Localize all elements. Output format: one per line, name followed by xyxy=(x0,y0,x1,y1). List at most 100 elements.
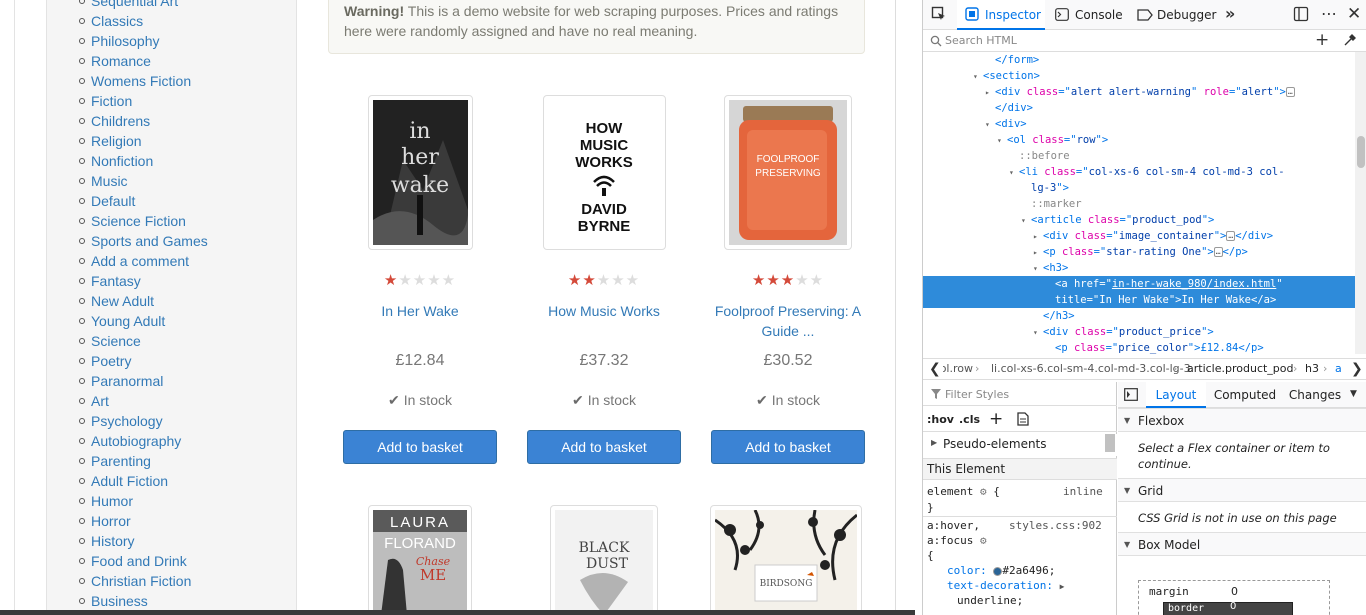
markup-node[interactable]: </h3> xyxy=(923,308,1355,324)
breadcrumb-item[interactable]: h3 xyxy=(1305,359,1319,379)
category-link[interactable]: Childrens xyxy=(79,111,208,131)
book-cover-link[interactable]: LAURA FLORAND Chase ME xyxy=(368,505,472,615)
category-link[interactable]: Psychology xyxy=(79,411,208,431)
category-link[interactable]: Art xyxy=(79,391,208,411)
markup-node[interactable]: ▾ <ol class="row"> xyxy=(923,132,1355,148)
category-link[interactable]: Philosophy xyxy=(79,31,208,51)
add-node-icon[interactable]: + xyxy=(1315,30,1329,50)
hov-toggle-button[interactable]: :hov xyxy=(927,413,954,426)
collapsed-children-badge[interactable]: … xyxy=(1226,231,1236,241)
markup-node[interactable]: lg-3"> xyxy=(923,180,1355,196)
markup-node[interactable]: ▸ <p class="star-rating One">… </p> xyxy=(923,244,1355,260)
expand-toggle-icon[interactable]: ▸ xyxy=(1033,229,1043,245)
category-link[interactable]: Sequential Art xyxy=(79,0,208,11)
filter-styles-bar[interactable]: Filter Styles xyxy=(923,382,1117,406)
border-value[interactable]: 0 xyxy=(1230,601,1236,612)
rule-source-link[interactable]: styles.css:902 xyxy=(1009,519,1102,532)
tab-debugger[interactable]: Debugger xyxy=(1135,0,1221,30)
markup-node[interactable]: </form> xyxy=(923,52,1355,68)
pseudo-elements-row[interactable]: ▶ Pseudo-elements xyxy=(923,434,1117,456)
markup-node[interactable]: </div> xyxy=(923,100,1355,116)
markup-node[interactable]: ▾ <div class="product_price"> xyxy=(923,324,1355,340)
category-link[interactable]: Womens Fiction xyxy=(79,71,208,91)
markup-node[interactable]: ▾ <div> xyxy=(923,116,1355,132)
markup-node[interactable]: ▾ <li class="col-xs-6 col-sm-4 col-md-3 c… xyxy=(923,164,1355,180)
category-link[interactable]: Add a comment xyxy=(79,251,208,271)
markup-node-selected[interactable]: <a href="in-her-wake_980/index.html" xyxy=(923,276,1355,292)
box-model-section-header[interactable]: ▼ Box Model xyxy=(1118,532,1366,556)
category-link[interactable]: Christian Fiction xyxy=(79,571,208,591)
expand-toggle-icon[interactable]: ▸ xyxy=(1033,245,1043,261)
category-link[interactable]: Nonfiction xyxy=(79,151,208,171)
element-picker-icon[interactable] xyxy=(931,6,947,26)
add-to-basket-button[interactable]: Add to basket xyxy=(527,430,681,464)
breadcrumb-item[interactable]: article.product_pod xyxy=(1187,359,1294,379)
category-link[interactable]: Paranormal xyxy=(79,371,208,391)
breadcrumb-item[interactable]: li.col-xs-6.col-sm-4.col-md-3.col-lg-3 xyxy=(991,359,1191,379)
category-link[interactable]: New Adult xyxy=(79,291,208,311)
category-link[interactable]: Parenting xyxy=(79,451,208,471)
markup-node[interactable]: ▸ <div class="image_container">… </div> xyxy=(923,228,1355,244)
tab-inspector[interactable]: Inspector xyxy=(957,0,1045,30)
category-link[interactable]: Young Adult xyxy=(79,311,208,331)
flexbox-section-header[interactable]: ▼ Flexbox xyxy=(1118,408,1366,432)
eyedropper-icon[interactable] xyxy=(1343,33,1357,50)
markup-node-selected[interactable]: title="In Her Wake">In Her Wake</a> xyxy=(923,292,1355,308)
rule-declaration-text-decoration[interactable]: text-decoration: ▶ xyxy=(947,579,1064,592)
category-link[interactable]: Fantasy xyxy=(79,271,208,291)
add-rule-icon[interactable]: + xyxy=(989,409,1003,429)
sidebar-toggle-icon[interactable] xyxy=(1124,388,1138,404)
category-link[interactable]: Adult Fiction xyxy=(79,471,208,491)
page-scrollbar[interactable] xyxy=(895,0,915,615)
collapsed-children-badge[interactable]: … xyxy=(1285,87,1295,97)
category-link[interactable]: Food and Drink xyxy=(79,551,208,571)
print-media-icon[interactable] xyxy=(1017,412,1029,429)
tab-console[interactable]: Console xyxy=(1053,0,1129,30)
category-link[interactable]: Autobiography xyxy=(79,431,208,451)
add-to-basket-button[interactable]: Add to basket xyxy=(711,430,865,464)
rules-scrollbar-thumb[interactable] xyxy=(1105,434,1115,452)
rule-selector-element[interactable]: element ⚙ { xyxy=(927,485,1000,498)
breadcrumb-item-active[interactable]: a xyxy=(1335,359,1342,379)
expand-toggle-icon[interactable]: ▾ xyxy=(1033,261,1043,277)
breadcrumb-prev-icon[interactable]: ❮ xyxy=(929,359,941,379)
expand-toggle-icon[interactable]: ▾ xyxy=(973,69,983,85)
markup-node[interactable]: <p class="price_color">£12.84</p> xyxy=(923,340,1355,354)
product-title-link[interactable]: How Music Works xyxy=(512,301,696,321)
expand-toggle-icon[interactable]: ▾ xyxy=(1021,213,1031,229)
book-cover-link[interactable]: BLACK DUST xyxy=(550,505,658,615)
category-link[interactable]: Religion xyxy=(79,131,208,151)
options-menu-icon[interactable]: ⋯ xyxy=(1321,4,1337,23)
markup-node[interactable]: ::marker xyxy=(923,196,1355,212)
category-link[interactable]: History xyxy=(79,531,208,551)
expand-toggle-icon[interactable]: ▾ xyxy=(997,133,1007,149)
markup-view[interactable]: </form> ▾ <section> ▸ <div class="alert aler… xyxy=(923,52,1366,354)
category-link[interactable]: Business xyxy=(79,591,208,611)
more-tabs-chevron-icon[interactable]: » xyxy=(1225,4,1235,23)
rule-selector-hover[interactable]: a:hover, xyxy=(927,519,980,532)
markup-node[interactable]: ::before xyxy=(923,148,1355,164)
markup-scrollbar-thumb[interactable] xyxy=(1357,136,1365,168)
category-link[interactable]: Science Fiction xyxy=(79,211,208,231)
rule-selector-focus[interactable]: a:focus ⚙ xyxy=(927,534,987,547)
tab-changes[interactable]: Changes xyxy=(1284,382,1346,408)
dock-side-icon[interactable] xyxy=(1293,6,1309,26)
product-title-link[interactable]: In Her Wake xyxy=(328,301,512,321)
expand-toggle-icon[interactable]: ▸ xyxy=(985,85,995,101)
more-tabs-dropdown-icon[interactable]: ▼ xyxy=(1350,389,1357,399)
markup-node[interactable]: ▾ <section> xyxy=(923,68,1355,84)
product-title-link[interactable]: Foolproof Preserving: A Guide ... xyxy=(696,301,880,341)
close-icon[interactable]: ✕ xyxy=(1347,4,1361,24)
grid-section-header[interactable]: ▼ Grid xyxy=(1118,478,1366,502)
markup-node[interactable]: ▾ <article class="product_pod"> xyxy=(923,212,1355,228)
category-link[interactable]: Classics xyxy=(79,11,208,31)
category-link[interactable]: Horror xyxy=(79,511,208,531)
rule-declaration-color[interactable]: color: #2a6496; xyxy=(947,564,1055,577)
category-link[interactable]: Science xyxy=(79,331,208,351)
category-link[interactable]: Humor xyxy=(79,491,208,511)
markup-search-bar[interactable]: Search HTML + xyxy=(923,30,1366,52)
category-link[interactable]: Poetry xyxy=(79,351,208,371)
markup-node[interactable]: ▸ <div class="alert alert-warning" role="… xyxy=(923,84,1355,100)
tab-layout[interactable]: Layout xyxy=(1146,382,1206,408)
book-cover-link[interactable]: in her wake xyxy=(368,95,473,250)
